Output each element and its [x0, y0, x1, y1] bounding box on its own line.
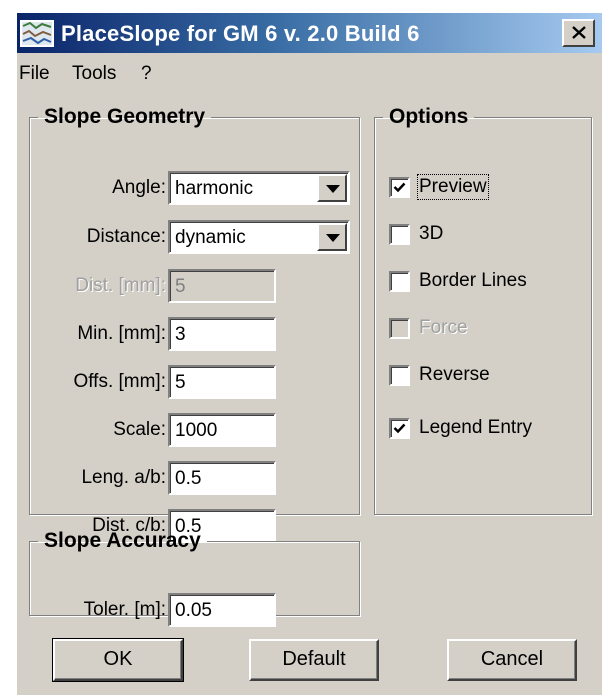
options-legend: Options [389, 105, 469, 128]
checkmark-icon [393, 182, 406, 193]
slope-geometry-legend: Slope Geometry [44, 105, 206, 128]
toler-input[interactable]: 0.05 [168, 593, 276, 627]
scale-row: Scale: 1000 [30, 413, 361, 447]
slope-accuracy-group: Slope Accuracy Toler. [m]: 0.05 [29, 529, 360, 627]
angle-dropdown-button[interactable] [317, 174, 347, 202]
angle-value: harmonic [175, 178, 254, 199]
legend-entry-label: Legend Entry [419, 417, 533, 438]
slope-accuracy-legend: Slope Accuracy [44, 529, 201, 552]
menu-bar: File Tools ? [17, 55, 602, 89]
min-mm-input[interactable]: 3 [168, 317, 276, 351]
scale-input[interactable]: 1000 [168, 413, 276, 447]
close-button[interactable] [562, 19, 595, 47]
slope-geometry-group: Slope Geometry Angle: harmonic Distance:… [29, 105, 361, 543]
window-title: PlaceSlope for GM 6 v. 2.0 Build 6 [61, 21, 420, 46]
dist-mm-input: 5 [168, 269, 276, 303]
leng-ab-row: Leng. a/b: 0.5 [30, 461, 361, 495]
toler-label: Toler. [m]: [83, 599, 166, 620]
min-mm-row: Min. [mm]: 3 [30, 317, 361, 351]
app-icon [20, 20, 54, 47]
offs-mm-row: Offs. [mm]: 5 [30, 365, 361, 399]
leng-ab-label: Leng. a/b: [81, 467, 166, 488]
checkmark-icon [393, 423, 406, 434]
preview-checkbox[interactable] [389, 177, 410, 198]
toler-row: Toler. [m]: 0.05 [30, 593, 361, 627]
chevron-down-icon [326, 234, 340, 242]
preview-label: Preview [417, 174, 489, 200]
angle-combobox[interactable]: harmonic [168, 171, 350, 205]
cancel-button[interactable]: Cancel [447, 639, 577, 681]
menu-help[interactable]: ? [141, 63, 152, 85]
title-bar[interactable]: PlaceSlope for GM 6 v. 2.0 Build 6 [17, 13, 602, 53]
close-x-icon [572, 26, 586, 39]
distance-value: dynamic [175, 227, 246, 248]
reverse-label: Reverse [419, 364, 490, 385]
options-group: Options Preview 3D Border Lines Force Re… [374, 105, 592, 515]
distance-row: Distance: dynamic [30, 220, 361, 254]
legend-entry-checkbox[interactable] [389, 418, 410, 439]
distance-combobox[interactable]: dynamic [168, 220, 350, 254]
menu-tools[interactable]: Tools [72, 63, 116, 85]
menu-file[interactable]: File [19, 63, 50, 85]
3d-label: 3D [419, 223, 444, 244]
scale-label: Scale: [113, 419, 166, 440]
dist-mm-label: Dist. [mm]: [75, 275, 166, 296]
dialog-window: PlaceSlope for GM 6 v. 2.0 Build 6 File … [16, 12, 602, 695]
distance-label: Distance: [86, 226, 166, 247]
min-mm-label: Min. [mm]: [77, 323, 166, 344]
dist-mm-row: Dist. [mm]: 5 [30, 269, 361, 303]
offs-mm-input[interactable]: 5 [168, 365, 276, 399]
offs-mm-label: Offs. [mm]: [73, 371, 166, 392]
angle-row: Angle: harmonic [30, 171, 361, 205]
leng-ab-input[interactable]: 0.5 [168, 461, 276, 495]
3d-checkbox[interactable] [389, 224, 410, 245]
default-button[interactable]: Default [249, 639, 379, 681]
chevron-down-icon [326, 185, 340, 193]
distance-dropdown-button[interactable] [317, 223, 347, 251]
reverse-checkbox[interactable] [389, 365, 410, 386]
force-label: Force [419, 317, 468, 338]
border-lines-checkbox[interactable] [389, 271, 410, 292]
border-lines-label: Border Lines [419, 270, 527, 291]
angle-label: Angle: [112, 177, 166, 198]
ok-button[interactable]: OK [52, 638, 184, 682]
force-checkbox [389, 318, 410, 339]
